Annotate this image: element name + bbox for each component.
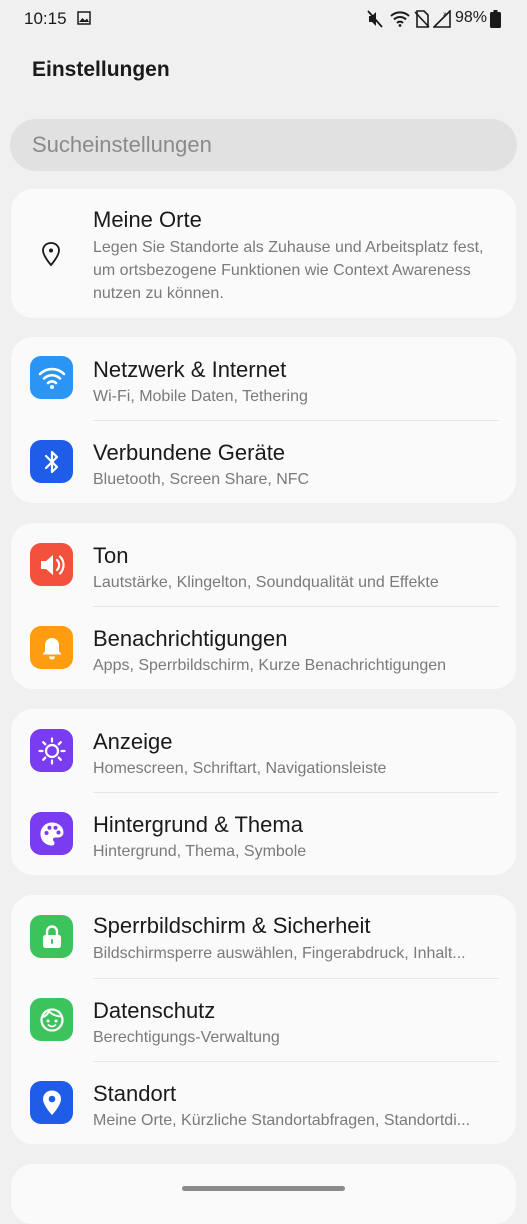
settings-item-subtitle: Wi-Fi, Mobile Daten, Tethering [93, 388, 308, 405]
settings-item-title: Meine Orte [93, 207, 202, 232]
mute-icon [367, 10, 383, 33]
settings-item-subtitle: Berechtigungs-Verwaltung [93, 1029, 280, 1046]
settings-item-subtitle: Hintergrund, Thema, Symbole [93, 843, 307, 860]
wifi-icon [390, 10, 410, 32]
settings-item-subtitle: Bluetooth, Screen Share, NFC [93, 471, 310, 488]
card-connectivity: Netzwerk & Internet Wi-Fi, Mobile Daten,… [11, 337, 516, 503]
settings-item-subtitle: Apps, Sperrbildschirm, Kurze Benachricht… [93, 657, 447, 674]
search-placeholder: Sucheinstellungen [32, 132, 212, 157]
settings-item-subtitle: Legen Sie Standorte als Zuhause und Arbe… [93, 239, 484, 302]
settings-item-title: Hintergrund & Thema [93, 812, 303, 837]
page-title: Einstellungen [32, 58, 170, 81]
card-next [11, 1164, 516, 1224]
settings-item-title: Netzwerk & Internet [93, 357, 287, 382]
palette-icon [30, 812, 73, 855]
settings-item-notifications[interactable]: Benachrichtigungen Apps, Sperrbildschirm… [11, 606, 516, 689]
settings-item-title: Ton [93, 543, 129, 568]
location-pin-icon [40, 241, 62, 272]
sun-icon [30, 729, 73, 772]
status-time: 10:15 [24, 9, 67, 28]
settings-item-title: Sperrbildschirm & Sicherheit [93, 913, 371, 938]
settings-item-theme[interactable]: Hintergrund & Thema Hintergrund, Thema, … [11, 792, 516, 875]
card-my-places: Meine Orte Legen Sie Standorte als Zuhau… [11, 189, 516, 318]
no-sim-icon [414, 10, 430, 33]
battery-percent: 98% [455, 9, 488, 26]
wifi-icon [30, 356, 73, 399]
settings-item-network[interactable]: Netzwerk & Internet Wi-Fi, Mobile Daten,… [11, 337, 516, 420]
lock-icon [30, 915, 73, 958]
bell-icon [30, 626, 73, 669]
settings-item-subtitle: Meine Orte, Kürzliche Standortabfragen, … [93, 1112, 471, 1129]
speaker-icon [30, 543, 73, 586]
settings-item-connected-devices[interactable]: Verbundene Geräte Bluetooth, Screen Shar… [11, 420, 516, 503]
settings-item-lock-security[interactable]: Sperrbildschirm & Sicherheit Bildschirms… [11, 895, 516, 978]
settings-item-privacy[interactable]: Datenschutz Berechtigungs-Verwaltung [11, 978, 516, 1061]
svg-text:x: x [443, 11, 447, 18]
settings-item-title: Standort [93, 1081, 177, 1106]
card-sound-notifications: Ton Lautstärke, Klingelton, Soundqualitä… [11, 523, 516, 689]
settings-item-subtitle: Homescreen, Schriftart, Navigationsleist… [93, 760, 387, 777]
settings-item-subtitle: Bildschirmsperre auswählen, Fingerabdruc… [93, 945, 466, 962]
image-icon [77, 11, 91, 30]
signal-icon: x [432, 9, 451, 33]
card-security-privacy: Sperrbildschirm & Sicherheit Bildschirms… [11, 895, 516, 1144]
settings-item-title: Anzeige [93, 729, 173, 754]
settings-item-location[interactable]: Standort Meine Orte, Kürzliche Standorta… [11, 1061, 516, 1144]
search-input[interactable]: Sucheinstellungen [10, 119, 517, 171]
settings-item-display[interactable]: Anzeige Homescreen, Schriftart, Navigati… [11, 709, 516, 792]
bluetooth-icon [30, 440, 73, 483]
privacy-face-icon [30, 998, 73, 1041]
settings-item-title: Benachrichtigungen [93, 626, 288, 651]
settings-item-sound[interactable]: Ton Lautstärke, Klingelton, Soundqualitä… [11, 523, 516, 606]
battery-icon [490, 10, 501, 33]
home-indicator[interactable] [182, 1186, 345, 1191]
card-display-theme: Anzeige Homescreen, Schriftart, Navigati… [11, 709, 516, 875]
settings-item-title: Verbundene Geräte [93, 440, 286, 465]
settings-item-title: Datenschutz [93, 998, 216, 1023]
settings-item-subtitle: Lautstärke, Klingelton, Soundqualität un… [93, 574, 439, 591]
location-pin-icon [30, 1081, 73, 1124]
status-bar: 10:15 x 98% [0, 0, 527, 38]
settings-item-my-places[interactable]: Meine Orte Legen Sie Standorte als Zuhau… [11, 189, 516, 318]
